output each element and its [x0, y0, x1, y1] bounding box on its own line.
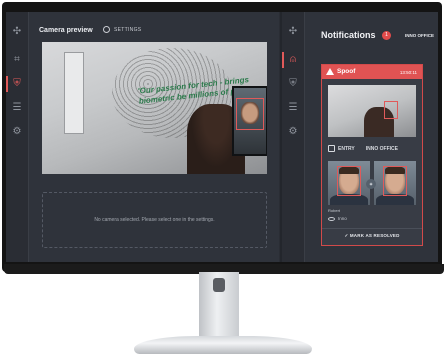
monitor-base: [134, 336, 312, 354]
logo-icon[interactable]: ✣: [287, 26, 299, 38]
snapshot-face-box: [384, 101, 398, 119]
eye-icon: [328, 216, 335, 221]
page-title: Camera preview: [39, 27, 93, 34]
app-screen: ✣ ⌗ ⛨ ☰ ⚙ Camera preview SETTINGS 'Our p…: [6, 12, 438, 262]
entry-label: ENTRY: [338, 145, 355, 152]
card-header: Spoof 13:50:11: [322, 65, 422, 79]
notification-card[interactable]: Spoof 13:50:11 ENTRY INNO OFFICE ◉ Rober…: [321, 64, 423, 246]
captured-face: [328, 161, 370, 205]
match-indicator-icon: ◉: [366, 179, 376, 189]
mark-resolved-button[interactable]: ✓ MARK AS RESOLVED: [322, 233, 422, 239]
location-label: Inno: [338, 216, 347, 221]
stand-cable-hole: [213, 278, 225, 292]
list-icon[interactable]: ☰: [11, 102, 23, 114]
gear-icon: [103, 26, 110, 33]
gear-icon[interactable]: ⚙: [287, 126, 299, 138]
active-indicator: [6, 76, 8, 92]
event-snapshot[interactable]: [328, 85, 416, 137]
list-icon[interactable]: ☰: [287, 102, 299, 114]
face-box: [337, 166, 361, 196]
settings-button[interactable]: SETTINGS: [103, 26, 141, 33]
camera-preview: 'Our passion for tech - brings biometric…: [42, 42, 267, 174]
notifications-title: Notifications: [321, 30, 376, 40]
empty-camera-slot: No camera selected. Please select one in…: [42, 192, 267, 248]
background-door: [64, 52, 84, 134]
active-indicator: [282, 52, 284, 68]
alert-time: 13:50:11: [399, 69, 417, 75]
entry-office: INNO OFFICE: [365, 145, 398, 152]
reference-face: [374, 161, 416, 205]
entry-info: ENTRY INNO OFFICE: [328, 145, 398, 152]
notifications-count-badge: 1: [382, 31, 391, 40]
empty-message: No camera selected. Please select one in…: [94, 217, 215, 223]
face-box: [383, 166, 407, 196]
shield-icon[interactable]: ⛨: [287, 78, 299, 90]
gear-icon[interactable]: ⚙: [11, 126, 23, 138]
right-sidebar: ✣ ⍝ ⛨ ☰ ⚙: [282, 12, 305, 262]
location-row: Inno: [328, 216, 347, 221]
camera-panel: Camera preview SETTINGS 'Our passion for…: [29, 12, 279, 262]
shield-icon[interactable]: ⛨: [11, 78, 23, 90]
alert-type: Spoof: [337, 68, 356, 75]
warning-icon: [326, 68, 334, 75]
face-detection-box: [236, 98, 264, 130]
settings-label: SETTINGS: [114, 26, 142, 33]
face-scan-icon[interactable]: ⌗: [11, 54, 23, 66]
person-icon[interactable]: ⍝: [287, 54, 299, 66]
monitor-frame: ✣ ⌗ ⛨ ☰ ⚙ Camera preview SETTINGS 'Our p…: [2, 2, 444, 274]
card-divider: [322, 228, 422, 229]
left-sidebar: ✣ ⌗ ⛨ ☰ ⚙: [6, 12, 29, 262]
office-filter[interactable]: INNO OFFICE: [405, 33, 434, 38]
logo-icon[interactable]: ✣: [11, 26, 23, 38]
door-icon: [328, 145, 335, 152]
mark-resolved-label: MARK AS RESOLVED: [349, 233, 400, 238]
notifications-panel: Notifications 1 INNO OFFICE 1 Spoof 13:5…: [305, 12, 438, 262]
person-name: Robert: [328, 208, 341, 213]
